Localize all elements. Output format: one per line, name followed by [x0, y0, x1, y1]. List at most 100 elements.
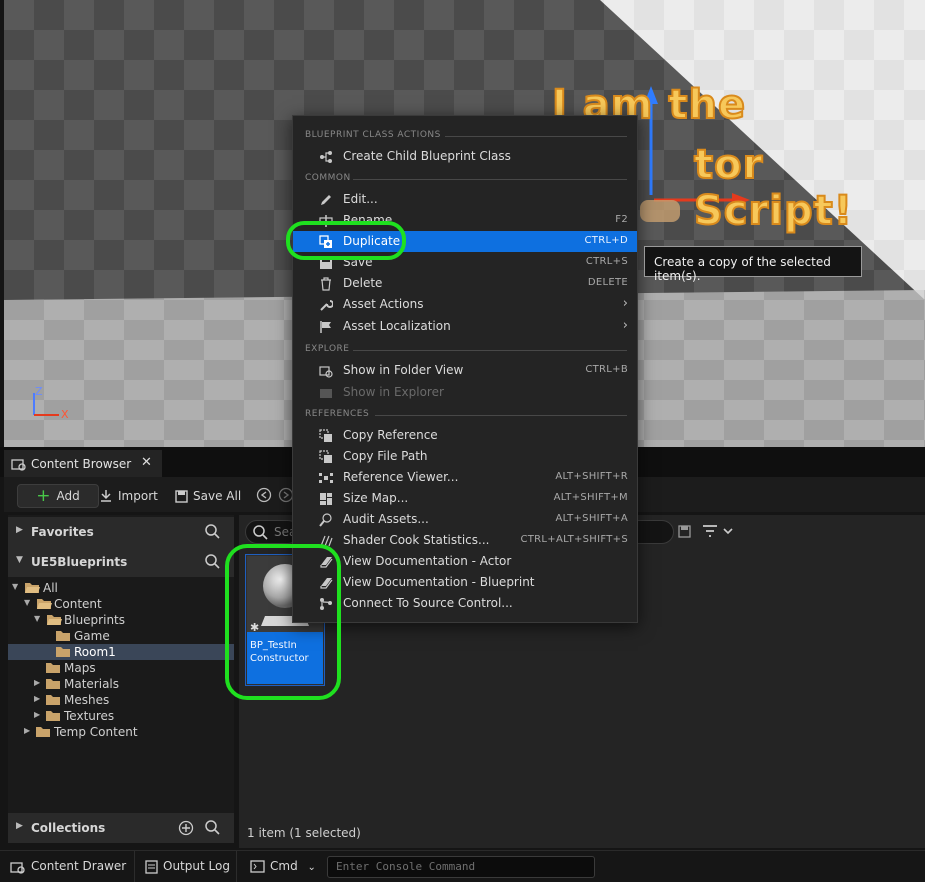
menu-item-delete[interactable]: Delete DELETE — [293, 273, 637, 294]
section-label: COMMON — [305, 173, 351, 183]
tree-item-materials[interactable]: ▶ Materials — [8, 676, 234, 692]
back-icon[interactable] — [256, 487, 272, 503]
filter-icon[interactable] — [702, 524, 736, 540]
menu-item-label: Delete — [343, 276, 383, 290]
save-all-button[interactable]: Save All — [175, 484, 241, 508]
tree-item-maps-label: Maps — [64, 661, 96, 675]
menu-item-view-documentation-actor[interactable]: View Documentation - Actor — [293, 551, 637, 572]
tree-item-materials-label: Materials — [64, 677, 120, 691]
content-drawer-button[interactable]: Content Drawer — [10, 859, 126, 874]
menu-item-label: Create Child Blueprint Class — [343, 149, 511, 163]
menu-item-copy-reference[interactable]: Copy Reference — [293, 425, 637, 446]
chevron-right-icon: ▶ — [34, 710, 41, 719]
tree-item-textures[interactable]: ▶ Textures — [8, 708, 234, 724]
section-label: BLUEPRINT CLASS ACTIONS — [305, 130, 441, 140]
tree-item-temp-content[interactable]: ▶ Temp Content — [8, 724, 234, 740]
menu-item-copy-file-path[interactable]: Copy File Path — [293, 446, 637, 467]
search-icon[interactable] — [205, 524, 220, 539]
tree-item-game[interactable]: Game — [8, 628, 234, 644]
menu-item-label: Shader Cook Statistics... — [343, 533, 490, 547]
menu-item-view-documentation-blueprint[interactable]: View Documentation - Blueprint — [293, 572, 637, 593]
project-header[interactable]: ▼ UE5Blueprints — [8, 547, 234, 577]
tree-item-all[interactable]: ▼ All — [8, 580, 234, 596]
chevron-right-icon: ▶ — [34, 694, 41, 703]
close-icon[interactable]: ✕ — [141, 455, 152, 470]
magnifier-icon — [319, 513, 332, 527]
section-references: REFERENCES — [293, 403, 637, 425]
content-browser-icon — [11, 459, 26, 471]
chevron-right-icon: › — [622, 318, 628, 333]
menu-item-connect-source-control[interactable]: Connect To Source Control... — [293, 593, 637, 614]
duplicate-tooltip: Create a copy of the selected item(s). — [644, 246, 862, 283]
menu-item-create-child-blueprint[interactable]: Create Child Blueprint Class — [293, 146, 637, 167]
console-input[interactable]: Enter Console Command — [327, 856, 595, 878]
chevron-down-icon: ▼ — [12, 582, 19, 591]
menu-item-label: View Documentation - Blueprint — [343, 575, 535, 589]
menu-item-shortcut: CTRL+ALT+SHIFT+S — [520, 534, 628, 545]
context-menu: BLUEPRINT CLASS ACTIONS Create Child Blu… — [292, 115, 638, 623]
tree-item-maps[interactable]: Maps — [8, 660, 234, 676]
menu-item-label: Asset Actions — [343, 297, 424, 311]
folder-search-icon — [319, 366, 333, 378]
content-drawer-icon — [10, 862, 25, 874]
add-button[interactable]: + Add — [17, 484, 99, 508]
cmd-dropdown[interactable]: Cmd ⌄ — [250, 859, 316, 873]
tree-item-blueprints[interactable]: ▼ Blueprints — [8, 612, 234, 628]
project-label: UE5Blueprints — [31, 555, 128, 569]
menu-item-size-map[interactable]: Size Map... ALT+SHIFT+M — [293, 488, 637, 509]
collections-header[interactable]: ▶ Collections — [8, 813, 234, 843]
folder-open-icon — [37, 599, 52, 609]
section-blueprint-class-actions: BLUEPRINT CLASS ACTIONS — [293, 124, 637, 146]
menu-item-shortcut: CTRL+S — [585, 256, 628, 267]
save-search-icon[interactable] — [678, 525, 691, 538]
chevron-down-icon: ▼ — [16, 555, 23, 565]
chevron-right-icon: ▶ — [16, 525, 23, 535]
menu-item-label: Copy File Path — [343, 449, 428, 463]
tree-item-all-label: All — [43, 581, 58, 595]
menu-item-asset-localization[interactable]: Asset Localization › — [293, 316, 637, 338]
menu-item-show-in-folder-view[interactable]: Show in Folder View CTRL+B — [293, 360, 637, 382]
plus-icon: + — [36, 486, 51, 506]
menu-item-asset-actions[interactable]: Asset Actions › — [293, 294, 637, 316]
menu-item-reference-viewer[interactable]: Reference Viewer... ALT+SHIFT+R — [293, 467, 637, 488]
item-count: 1 item (1 selected) — [247, 826, 361, 840]
copy-icon — [319, 429, 332, 442]
menu-item-shortcut: ALT+SHIFT+A — [555, 513, 628, 524]
menu-item-audit-assets[interactable]: Audit Assets... ALT+SHIFT+A — [293, 509, 637, 530]
tree-item-meshes[interactable]: ▶ Meshes — [8, 692, 234, 708]
folder-icon — [56, 631, 70, 641]
tree-item-textures-label: Textures — [64, 709, 115, 723]
folder-open-icon — [25, 583, 40, 593]
trash-icon — [321, 277, 331, 291]
chevron-right-icon: › — [622, 296, 628, 311]
menu-item-shortcut: ALT+SHIFT+M — [553, 492, 628, 503]
tree-item-room1-label: Room1 — [74, 645, 116, 659]
tree-item-content[interactable]: ▼ Content — [8, 596, 234, 612]
output-log-button[interactable]: Output Log — [145, 859, 230, 874]
log-icon — [145, 860, 158, 874]
terminal-icon — [250, 860, 265, 873]
folder-icon — [46, 679, 60, 689]
tab-content-browser[interactable]: Content Browser ✕ — [4, 450, 162, 477]
divider — [134, 851, 135, 882]
menu-item-label: Show in Folder View — [343, 363, 464, 377]
tree-item-temp-content-label: Temp Content — [54, 725, 138, 739]
search-icon[interactable] — [205, 820, 220, 835]
menu-item-shortcut: F2 — [615, 214, 628, 225]
tree-item-room1[interactable]: Room1 — [8, 644, 234, 660]
add-collection-icon[interactable] — [178, 820, 194, 836]
section-common: COMMON — [293, 167, 637, 189]
menu-item-label: Audit Assets... — [343, 512, 429, 526]
axis-x-label: X — [61, 408, 69, 421]
menu-item-label: Copy Reference — [343, 428, 438, 442]
menu-item-shader-cook-statistics[interactable]: Shader Cook Statistics... CTRL+ALT+SHIFT… — [293, 530, 637, 551]
menu-item-edit[interactable]: Edit... — [293, 189, 637, 210]
folder-icon — [46, 711, 60, 721]
search-icon[interactable] — [205, 554, 220, 569]
import-button[interactable]: Import — [99, 484, 158, 508]
pencil-icon — [321, 195, 331, 205]
import-button-label: Import — [118, 489, 158, 503]
tree-item-blueprints-label: Blueprints — [64, 613, 126, 627]
menu-item-label: Size Map... — [343, 491, 409, 505]
favorites-header[interactable]: ▶ Favorites — [8, 517, 234, 547]
